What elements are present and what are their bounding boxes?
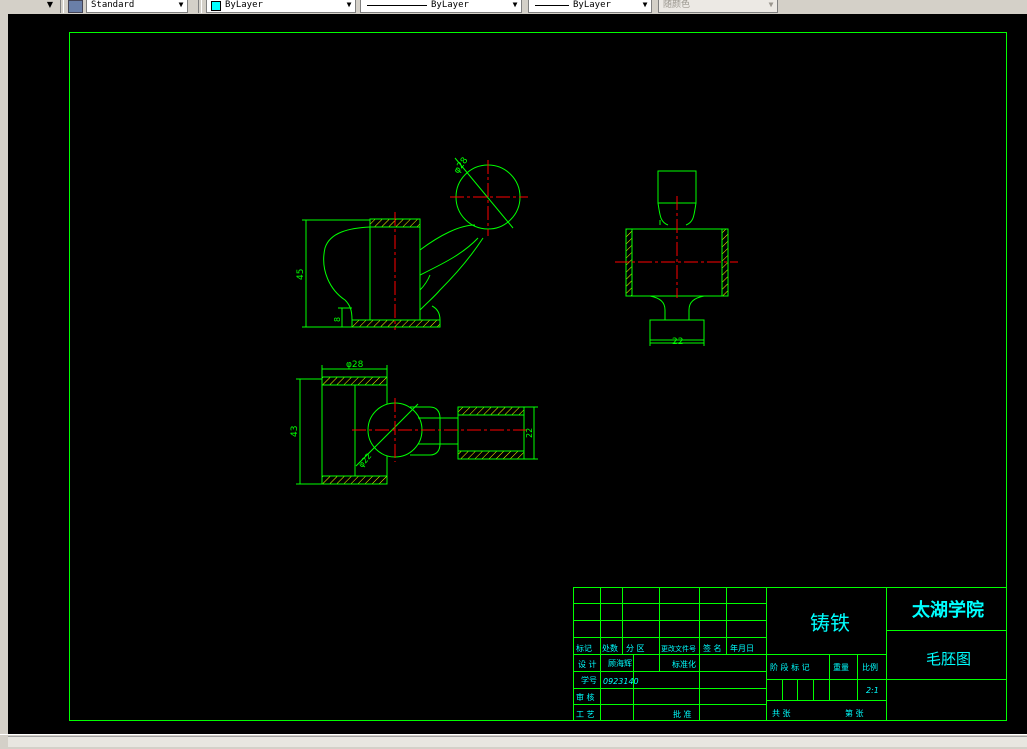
- lineweight-select[interactable]: ByLayer ▼: [528, 0, 652, 13]
- drawing-border: [69, 32, 1007, 721]
- hdr-date: 年月日: [730, 643, 754, 653]
- lbl-student-id: 学号: [581, 675, 597, 685]
- lbl-process: 工 艺: [576, 710, 595, 719]
- dim-8: 8: [333, 317, 342, 322]
- chevron-down-icon: ▼: [346, 0, 352, 9]
- chevron-down-icon: ▼: [768, 0, 774, 9]
- side-view-centerlines: [615, 196, 738, 298]
- linetype-select[interactable]: ByLayer ▼: [360, 0, 522, 13]
- lbl-review: 审 核: [576, 692, 595, 702]
- lbl-scale: 比例: [862, 662, 878, 672]
- color-value: ByLayer: [225, 0, 263, 10]
- lbl-sheet-no: 第 张: [845, 708, 864, 718]
- lineweight-preview: [535, 5, 569, 6]
- lbl-stage-mark: 阶 段 标 记: [770, 662, 810, 672]
- lbl-approve: 批 准: [673, 709, 692, 719]
- color-swatch: [211, 1, 221, 11]
- lineweight-value: ByLayer: [573, 0, 611, 10]
- dim-phi22: φ22: [357, 452, 374, 470]
- hdr-zone: 分 区: [626, 644, 645, 653]
- properties-toolbar: ▼ Standard ▼ ByLayer ▼ ByLayer ▼ ByLayer…: [0, 0, 1027, 15]
- text-style-value: Standard: [91, 0, 135, 10]
- designer-name: 顾海辉: [608, 658, 632, 668]
- toolbar-separator: [198, 0, 202, 13]
- front-view: [302, 157, 521, 328]
- drawing-svg: φ28 45 8 22 φ28 43 φ22 22 铸铁 太湖学院 毛胚图 标记…: [69, 32, 1007, 721]
- scale-value: 2:1: [866, 686, 879, 695]
- drawing-canvas[interactable]: φ28 45 8 22 φ28 43 φ22 22 铸铁 太湖学院 毛胚图 标记…: [8, 14, 1027, 734]
- lbl-total-sheets: 共 张: [772, 709, 791, 718]
- lbl-standardization: 标准化: [672, 659, 696, 669]
- dim-22-side: 22: [672, 337, 683, 347]
- dim-45: 45: [296, 269, 306, 280]
- chevron-down-icon: ▼: [642, 0, 648, 9]
- text-style-icon[interactable]: [68, 0, 83, 13]
- chevron-down-icon[interactable]: ▼: [44, 0, 56, 12]
- material-label: 铸铁: [810, 611, 850, 635]
- color-select[interactable]: ByLayer ▼: [206, 0, 356, 13]
- drawing-name: 毛胚图: [926, 650, 971, 668]
- dim-phi28-plan: φ28: [346, 360, 364, 370]
- dim-43: 43: [290, 426, 300, 437]
- plan-view: [296, 365, 538, 485]
- hdr-sign: 签 名: [703, 643, 722, 653]
- chevron-down-icon: ▼: [178, 0, 184, 9]
- linetype-value: ByLayer: [431, 0, 469, 10]
- hdr-doc: 更改文件号: [661, 644, 696, 653]
- linetype-preview: [367, 5, 427, 6]
- school-name: 太湖学院: [912, 599, 984, 621]
- toolbar-separator: [60, 0, 64, 13]
- hdr-count: 处数: [602, 643, 618, 653]
- plotstyle-select[interactable]: 随颜色 ▼: [658, 0, 778, 13]
- dim-22-plan: 22: [525, 428, 534, 438]
- plotstyle-value: 随颜色: [663, 0, 691, 10]
- lbl-weight: 重量: [833, 662, 849, 672]
- text-style-select[interactable]: Standard ▼: [86, 0, 188, 13]
- lbl-design: 设 计: [578, 659, 597, 669]
- front-view-centerlines: [394, 160, 528, 330]
- student-id: 0923140: [603, 677, 639, 686]
- horizontal-scrollbar[interactable]: [8, 736, 1027, 747]
- hdr-mark: 标记: [576, 643, 592, 653]
- chevron-down-icon: ▼: [512, 0, 518, 9]
